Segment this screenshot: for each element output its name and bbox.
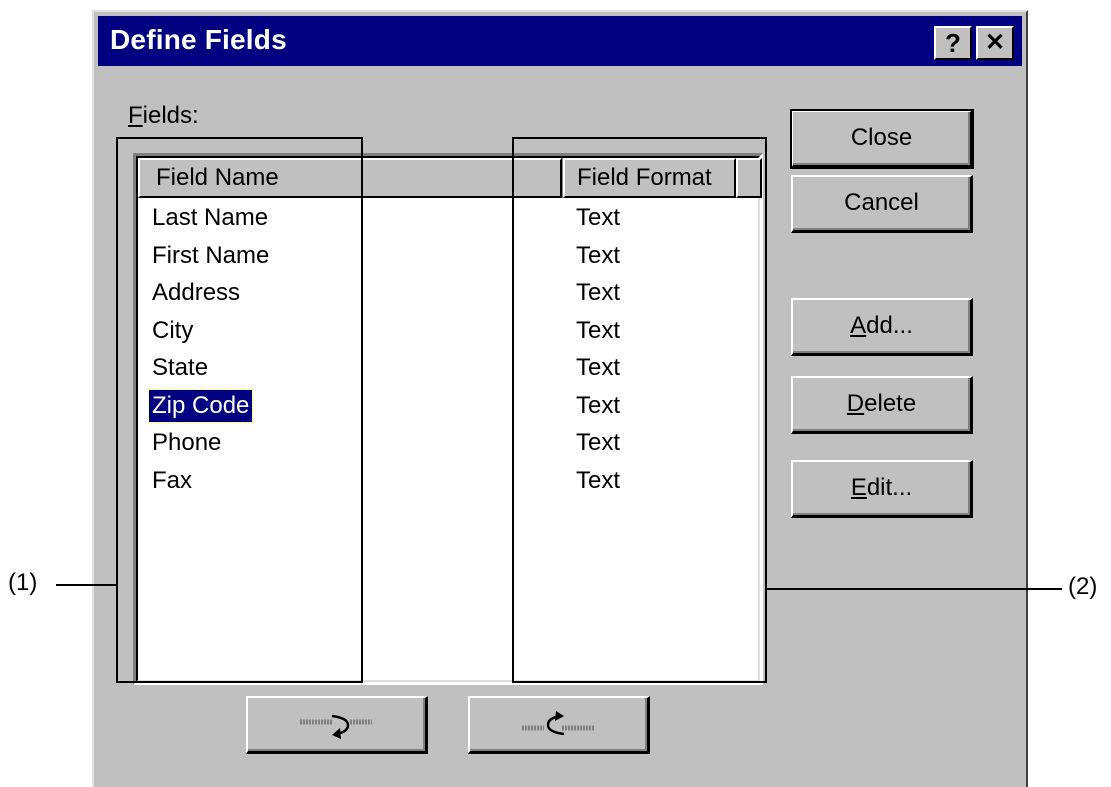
help-button[interactable]: ? — [934, 26, 972, 60]
list-item[interactable]: Fax — [149, 465, 195, 497]
list-item-format: Text — [576, 279, 621, 306]
move-field-right-button[interactable] — [246, 696, 428, 754]
callout-label-2: (2) — [1068, 573, 1098, 600]
list-item[interactable]: Address — [149, 277, 243, 309]
move-field-left-button[interactable] — [468, 696, 650, 754]
list-item-format: Text — [576, 392, 621, 419]
column-header-filler — [736, 158, 762, 198]
column-header-field-format[interactable]: Field Format — [563, 158, 736, 198]
edit-button[interactable]: Edit... — [791, 460, 973, 518]
cancel-button[interactable]: Cancel — [791, 175, 973, 233]
define-fields-dialog: Define Fields ? ✕ Fields: Field Name Fie… — [92, 10, 1028, 787]
close-window-button[interactable]: ✕ — [976, 26, 1014, 60]
list-item-format: Text — [576, 242, 621, 269]
callout-line-2 — [767, 588, 1062, 590]
list-item[interactable]: Phone — [149, 427, 224, 459]
move-right-icon — [300, 714, 372, 739]
fields-list[interactable]: Field Name Field Format Last Name Text F… — [133, 153, 763, 685]
move-left-icon — [522, 711, 594, 736]
list-item-format: Text — [576, 354, 621, 381]
delete-button[interactable]: Delete — [791, 376, 973, 434]
list-item-format: Text — [576, 467, 621, 494]
list-item-format: Text — [576, 429, 621, 456]
list-item[interactable]: State — [149, 352, 211, 384]
list-item-selected[interactable]: Zip Code — [147, 389, 254, 423]
column-header-field-name[interactable]: Field Name — [138, 158, 562, 198]
title-bar: Define Fields ? ✕ — [98, 16, 1022, 66]
list-item[interactable]: Last Name — [149, 202, 271, 234]
list-item[interactable]: First Name — [149, 240, 272, 272]
close-button[interactable]: Close — [790, 109, 974, 169]
dialog-title: Define Fields — [110, 24, 287, 55]
list-item[interactable]: City — [149, 315, 196, 347]
add-button[interactable]: Add... — [791, 298, 973, 356]
list-item-format: Text — [576, 317, 621, 344]
fields-label: Fields: — [128, 102, 199, 129]
callout-line-1 — [56, 584, 116, 586]
list-item-format: Text — [576, 204, 621, 231]
callout-label-1: (1) — [8, 569, 38, 596]
